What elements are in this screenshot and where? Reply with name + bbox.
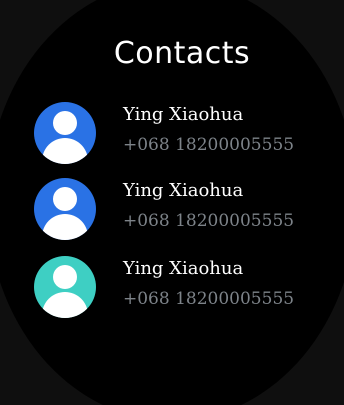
- avatar-head: [53, 265, 77, 289]
- contact-item[interactable]: Ying Xiaohua +068 18200005555: [34, 178, 334, 242]
- contact-phone: +068 18200005555: [123, 135, 295, 155]
- contact-phone: +068 18200005555: [123, 211, 295, 231]
- contact-name: Ying Xiaohua: [123, 104, 244, 125]
- avatar-head: [53, 111, 77, 135]
- person-avatar-icon: [34, 102, 96, 164]
- contact-item[interactable]: Ying Xiaohua +068 18200005555: [34, 256, 334, 320]
- contact-name: Ying Xiaohua: [123, 180, 244, 201]
- avatar-body: [42, 138, 88, 164]
- person-avatar-icon: [34, 256, 96, 318]
- page-title: Contacts: [113, 36, 251, 71]
- contact-item[interactable]: Ying Xiaohua +068 18200005555: [34, 102, 334, 166]
- screen: Contacts Ying Xiaohua +068 18200005555 Y…: [0, 0, 344, 405]
- avatar-body: [42, 292, 88, 318]
- person-avatar-icon: [34, 178, 96, 240]
- contact-name: Ying Xiaohua: [123, 258, 244, 279]
- avatar-head: [53, 187, 77, 211]
- contact-phone: +068 18200005555: [123, 289, 295, 309]
- avatar-body: [42, 214, 88, 240]
